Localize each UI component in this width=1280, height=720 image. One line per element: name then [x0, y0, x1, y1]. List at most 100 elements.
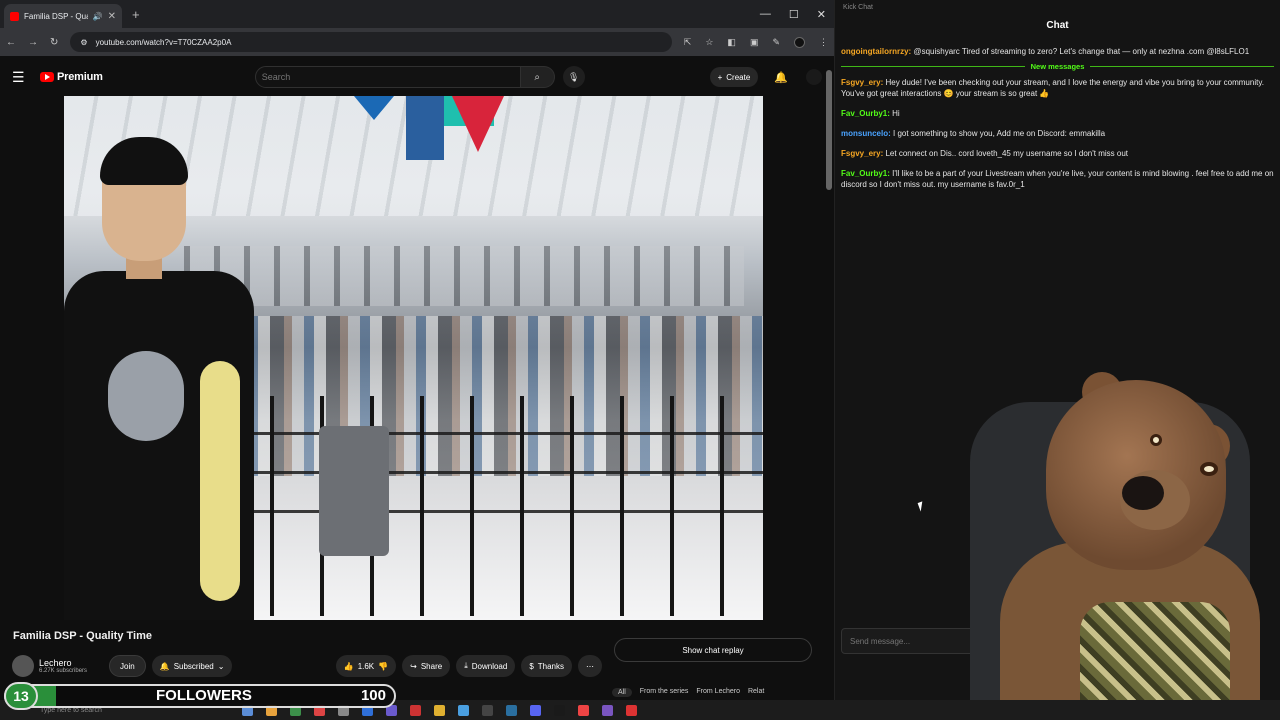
channel-name[interactable]: Lechero: [39, 658, 87, 668]
close-tab-icon[interactable]: ✕: [108, 11, 116, 22]
download-label: Download: [471, 661, 508, 671]
chat-username[interactable]: monsuncelo:: [841, 129, 891, 138]
youtube-play-icon: [40, 72, 54, 82]
minimize-icon[interactable]: —: [760, 8, 771, 21]
new-messages-divider: New messages: [841, 62, 1275, 71]
video-banner-navy: [354, 96, 394, 120]
taskbar-app-icon[interactable]: [601, 704, 613, 716]
search-icon[interactable]: ⌕: [520, 66, 555, 88]
forward-icon[interactable]: →: [28, 37, 38, 48]
shirt-elephant-graphic: [108, 351, 184, 441]
bear-nose: [1122, 476, 1164, 510]
site-info-icon[interactable]: ⚙: [80, 38, 87, 47]
close-window-icon[interactable]: ✕: [817, 8, 826, 21]
extension-icon[interactable]: ✎: [772, 37, 780, 48]
chat-username[interactable]: Fav_Ourby1:: [841, 109, 890, 118]
sidepanel-icon[interactable]: ▣: [750, 37, 759, 48]
chip-all[interactable]: All: [612, 688, 632, 697]
taskbar-app-icon[interactable]: [409, 704, 421, 716]
bookmark-star-icon[interactable]: ☆: [705, 37, 713, 48]
taskbar-app-icon[interactable]: [505, 704, 517, 716]
reload-icon[interactable]: ↻: [50, 37, 58, 48]
download-icon: ⤓: [464, 661, 468, 670]
tab-youtube[interactable]: Familia DSP - Quality Time 🔊 ✕: [4, 4, 122, 28]
taskbar-app-icon[interactable]: [529, 704, 541, 716]
taskbar-app-icon[interactable]: [481, 704, 493, 716]
thanks-label: Thanks: [537, 661, 564, 671]
person-hair: [100, 137, 188, 185]
taskbar-app-icon[interactable]: [457, 704, 469, 716]
subscribed-button[interactable]: 🔔 Subscribed ⌄: [151, 655, 233, 677]
create-button[interactable]: + Create: [709, 67, 759, 87]
search-input[interactable]: [254, 66, 521, 88]
hamburger-menu-icon[interactable]: ☰: [12, 69, 36, 86]
window-controls: — ☐ ✕: [760, 8, 834, 21]
chip-from-series[interactable]: From the series: [640, 688, 689, 697]
profile-icon[interactable]: [794, 36, 805, 48]
maximize-icon[interactable]: ☐: [789, 8, 799, 21]
join-button[interactable]: Join: [109, 655, 146, 677]
scrollbar-thumb[interactable]: [826, 70, 832, 190]
followers-label: FOLLOWERS: [156, 687, 252, 704]
chat-messages: ongoingtailornrzy: @squishyarc Tired of …: [835, 46, 1280, 190]
like-button[interactable]: 👍 1.6K 👎: [335, 655, 397, 677]
chat-text: @squishyarc Tired of streaming to zero? …: [911, 47, 1250, 56]
video-overlay-person: [64, 137, 264, 620]
divider-line: [841, 66, 1025, 67]
chat-username[interactable]: Fav_Ourby1:: [841, 169, 890, 178]
bell-icon[interactable]: 🔔: [774, 71, 788, 84]
download-button[interactable]: ⤓ Download: [456, 655, 516, 677]
url-field[interactable]: ⚙ youtube.com/watch?v=T70CZAA2p0A: [70, 32, 672, 52]
extensions-icon[interactable]: ◧: [727, 37, 736, 48]
chat-text: Let connect on Dis.. cord loveth_45 my u…: [883, 149, 1129, 158]
video-banner-red: [452, 96, 504, 152]
share-label: Share: [420, 661, 443, 671]
bear-eye: [1200, 462, 1218, 476]
taskbar-app-icon[interactable]: [553, 704, 565, 716]
followers-goal-bar: 13 FOLLOWERS 100: [4, 682, 396, 710]
speaker-icon[interactable]: 🔊: [93, 12, 103, 21]
install-icon[interactable]: ⇱: [684, 37, 692, 48]
bear-eye: [1150, 434, 1162, 446]
channel-row: Lechero 6.27K subscribers Join 🔔 Subscri…: [12, 652, 602, 680]
chat-username[interactable]: Fsgvy_ery:: [841, 149, 883, 158]
back-icon[interactable]: ←: [6, 37, 16, 48]
account-avatar[interactable]: [806, 69, 822, 85]
video-player[interactable]: [64, 96, 763, 620]
chip-related[interactable]: Relat: [748, 688, 764, 697]
chevron-down-icon: ⌄: [217, 661, 225, 671]
share-button[interactable]: ↪ Share: [402, 655, 451, 677]
show-chat-replay-button[interactable]: Show chat replay: [614, 638, 812, 662]
thanks-button[interactable]: $ Thanks: [521, 655, 572, 677]
video-scene-suitcase: [319, 426, 389, 556]
chip-from-channel[interactable]: From Lechero: [696, 688, 740, 697]
search-bar: ⌕: [254, 66, 555, 88]
youtube-logo[interactable]: Premium: [40, 71, 103, 83]
new-messages-label: New messages: [1030, 62, 1085, 71]
new-tab-icon[interactable]: +: [132, 7, 140, 22]
more-icon[interactable]: ⋮: [819, 37, 828, 48]
channel-avatar[interactable]: [12, 655, 34, 677]
chat-username[interactable]: Fsgvy_ery:: [841, 78, 883, 87]
thumbs-down-icon[interactable]: 👎: [378, 662, 388, 671]
bell-small-icon: 🔔: [159, 661, 170, 671]
taskbar-app-icon[interactable]: [433, 704, 445, 716]
chat-message: Fav_Ourby1: Hi: [841, 108, 1274, 119]
taskbar-app-icon[interactable]: [625, 704, 637, 716]
chat-username[interactable]: ongoingtailornrzy:: [841, 47, 911, 56]
more-actions-icon[interactable]: ⋯: [578, 655, 602, 677]
video-actions: 👍 1.6K 👎 ↪ Share ⤓ Download $ Thanks ⋯: [335, 655, 602, 677]
youtube-favicon-icon: [10, 11, 19, 21]
taskbar-app-icon[interactable]: [577, 704, 589, 716]
followers-count: 13: [4, 682, 38, 710]
thumbs-up-icon: 👍: [343, 661, 354, 671]
share-icon: ↪: [410, 661, 417, 671]
followers-goal: 100: [360, 687, 386, 704]
chat-text: Hi: [889, 109, 900, 118]
browser-toolbar-icons: ⇱ ☆ ◧ ▣ ✎ ⋮: [684, 36, 828, 48]
chat-message: Fav_Ourby1: I'll like to be a part of yo…: [841, 168, 1274, 190]
chat-header: Chat: [1046, 20, 1069, 31]
mic-icon[interactable]: 🎙: [562, 66, 585, 88]
page-scrollbar[interactable]: [826, 60, 832, 690]
channel-info: Lechero 6.27K subscribers: [39, 658, 87, 674]
